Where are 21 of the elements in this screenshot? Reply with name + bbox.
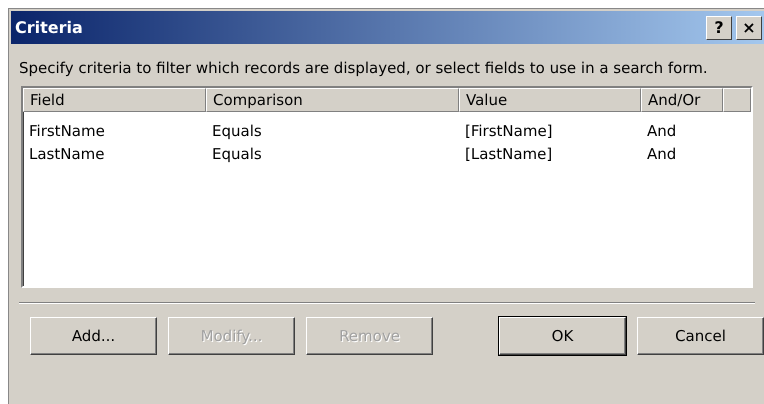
table-cell-text: And [646, 144, 678, 165]
table-cell-text: Equals [211, 144, 263, 165]
close-button[interactable]: × [736, 16, 762, 40]
column-header[interactable]: Field [23, 88, 206, 112]
table-cell-text: FirstName [28, 121, 106, 142]
criteria-list[interactable]: Field Comparison Value And/Or FirstName Equals [FirstName] And LastName Equals [LastName] And [21, 86, 753, 288]
table-cell-text: And [646, 121, 678, 142]
table-cell-text: [FirstName] [464, 121, 554, 142]
dialog-button[interactable]: Add... [30, 317, 157, 355]
table-cell-text: [LastName] [464, 144, 554, 165]
window-title: Criteria [15, 16, 83, 38]
table-cell-text: LastName [28, 144, 106, 165]
column-header[interactable]: Comparison [206, 88, 459, 112]
table-cell-text: Equals [211, 121, 263, 142]
header-filler [723, 88, 751, 112]
dialog-button[interactable]: OK [499, 317, 626, 355]
instructions-text: Specify criteria to filter which records are displayed, or select fields to use in a search form. [19, 58, 709, 78]
dialog-button[interactable]: Cancel [637, 317, 764, 355]
column-header[interactable]: And/Or [641, 88, 723, 112]
help-button[interactable]: ? [706, 16, 732, 40]
column-header[interactable]: Value [459, 88, 641, 112]
